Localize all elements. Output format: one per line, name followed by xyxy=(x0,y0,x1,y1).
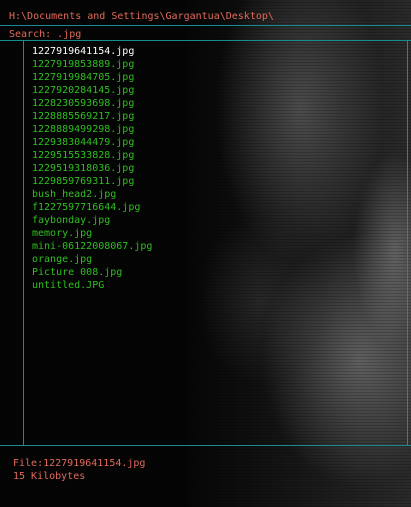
file-list-item[interactable]: untitled.JPG xyxy=(32,279,152,292)
file-list-item[interactable]: 1229519318036.jpg xyxy=(32,162,152,175)
search-divider xyxy=(0,40,411,41)
file-list-item[interactable]: 1227919984705.jpg xyxy=(32,71,152,84)
file-list-item[interactable]: Picture 008.jpg xyxy=(32,266,152,279)
file-list-item[interactable]: orange.jpg xyxy=(32,253,152,266)
file-list-item[interactable]: 1228885569217.jpg xyxy=(32,110,152,123)
search-label: Search: xyxy=(9,29,58,40)
file-list-item[interactable]: faybonday.jpg xyxy=(32,214,152,227)
selected-file-size: 15 Kilobytes xyxy=(13,471,86,482)
file-list-item[interactable]: 1229383044479.jpg xyxy=(32,136,152,149)
footer-divider xyxy=(0,445,411,446)
file-list-item[interactable]: 1229515533828.jpg xyxy=(32,149,152,162)
selected-file-name: File:1227919641154.jpg xyxy=(13,458,146,469)
list-right-border xyxy=(407,40,408,445)
file-browser-window: H:\Documents and Settings\Gargantua\Desk… xyxy=(0,0,411,507)
file-list-item[interactable]: mini-06122008067.jpg xyxy=(32,240,152,253)
file-list-item[interactable]: 1229859769311.jpg xyxy=(32,175,152,188)
file-list-item[interactable]: 1227919641154.jpg xyxy=(32,45,152,58)
file-list-item[interactable]: 1227919853889.jpg xyxy=(32,58,152,71)
list-left-border xyxy=(23,40,24,445)
file-list-item[interactable]: memory.jpg xyxy=(32,227,152,240)
search-input[interactable]: .jpg xyxy=(57,29,81,40)
file-list-item[interactable]: 1228889499298.jpg xyxy=(32,123,152,136)
file-list-item[interactable]: f1227597716644.jpg xyxy=(32,201,152,214)
file-list-item[interactable]: bush_head2.jpg xyxy=(32,188,152,201)
file-list[interactable]: 1227919641154.jpg 1227919853889.jpg 122791… xyxy=(32,45,152,292)
current-path: H:\Documents and Settings\Gargantua\Desk… xyxy=(9,11,274,22)
status-panel: File:1227919641154.jpg 15 Kilobytes xyxy=(13,457,145,483)
header-divider xyxy=(0,25,411,26)
file-list-item[interactable]: 1228230593698.jpg xyxy=(32,97,152,110)
file-list-item[interactable]: 1227920284145.jpg xyxy=(32,84,152,97)
